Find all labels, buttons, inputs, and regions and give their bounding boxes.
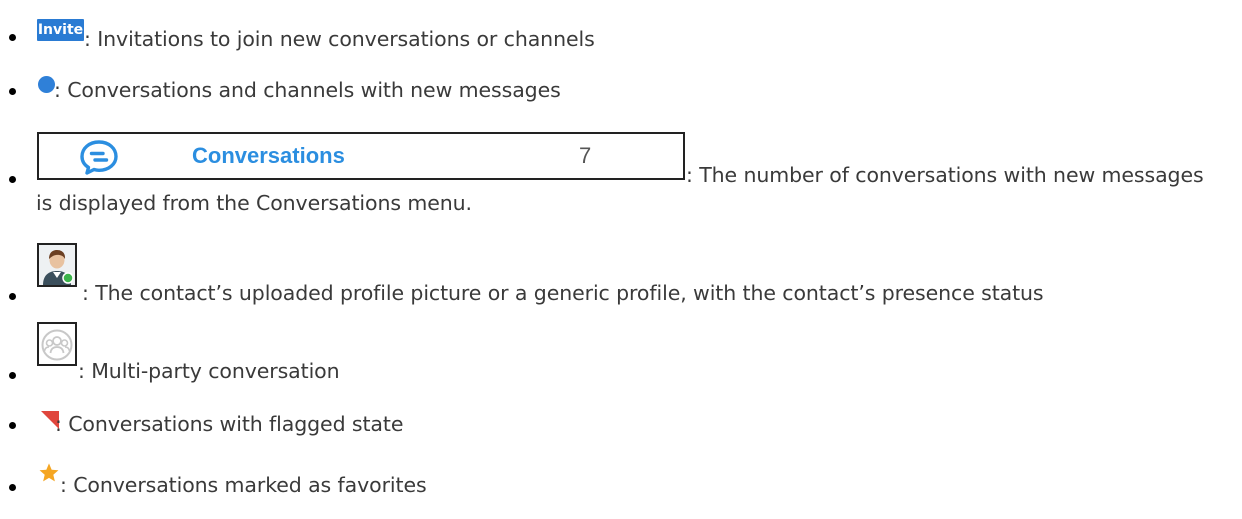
unread-dot-icon [38, 76, 55, 93]
presence-status-icon [62, 272, 74, 284]
list-item-text: : Conversations marked as favorites [60, 473, 427, 497]
list-item-text: : The contact’s uploaded profile picture… [82, 281, 1044, 305]
list-item: : Conversations and channels with new me… [0, 74, 1242, 110]
list-item: : The number of conversations with new m… [0, 132, 1242, 222]
list-item: : Multi-party conversation [0, 322, 1242, 383]
list-item: : The contact’s uploaded profile picture… [0, 243, 1242, 305]
bullet-icon [9, 422, 16, 429]
profile-picture-icon [39, 245, 75, 285]
bullet-icon [9, 176, 16, 183]
star-icon [39, 463, 59, 482]
contact-avatar-icon [37, 243, 77, 287]
group-icon [41, 329, 73, 361]
list-item: : Conversations marked as favorites [0, 462, 1242, 502]
list-item-text: : Multi-party conversation [78, 359, 340, 383]
invite-badge: Invite [37, 19, 84, 41]
bullet-icon [9, 88, 16, 95]
list-item-text: : Conversations with flagged state [55, 412, 404, 436]
bullet-icon [9, 484, 16, 491]
multi-party-avatar-icon [37, 322, 77, 366]
bullet-icon [9, 372, 16, 379]
list-item-text-continued: is displayed from the Conversations menu… [36, 191, 472, 215]
list-item-text: : Conversations and channels with new me… [54, 78, 561, 102]
bullet-icon [9, 34, 16, 41]
list-item-text: : Invitations to join new conversations … [84, 27, 595, 51]
bullet-icon [9, 293, 16, 300]
list-item-text: : The number of conversations with new m… [686, 163, 1204, 187]
list-item: : Conversations with flagged state [0, 408, 1242, 444]
list-item: Invite : Invitations to join new convers… [0, 19, 1242, 56]
